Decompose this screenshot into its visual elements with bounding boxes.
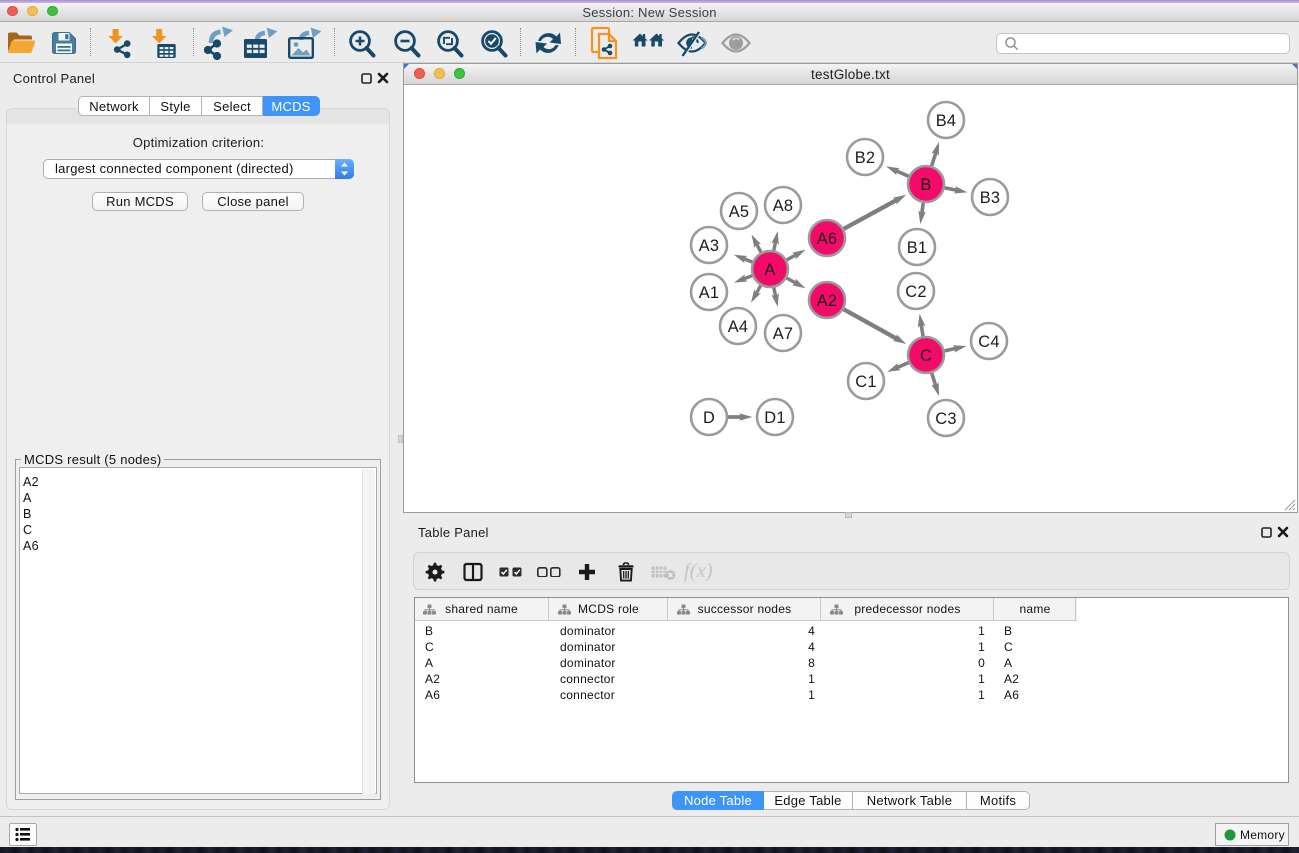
svg-text:C3: C3 (935, 410, 956, 428)
svg-text:B3: B3 (980, 189, 1001, 207)
svg-text:B4: B4 (936, 112, 957, 130)
svg-text:A3: A3 (699, 237, 720, 255)
svg-text:C2: C2 (905, 283, 926, 301)
svg-text:A: A (764, 261, 775, 279)
svg-text:D: D (703, 409, 715, 427)
svg-text:B: B (920, 176, 931, 194)
svg-text:B2: B2 (855, 149, 876, 167)
svg-text:A8: A8 (773, 197, 794, 215)
svg-text:C4: C4 (978, 333, 999, 351)
svg-text:A4: A4 (728, 318, 749, 336)
svg-text:D1: D1 (764, 409, 785, 427)
svg-text:A6: A6 (817, 230, 838, 248)
svg-text:A1: A1 (699, 284, 720, 302)
svg-text:C1: C1 (855, 373, 876, 391)
svg-text:A7: A7 (773, 325, 794, 343)
svg-text:A5: A5 (729, 203, 750, 221)
svg-text:C: C (920, 347, 932, 365)
svg-text:B1: B1 (907, 239, 928, 257)
svg-text:A2: A2 (817, 292, 838, 310)
